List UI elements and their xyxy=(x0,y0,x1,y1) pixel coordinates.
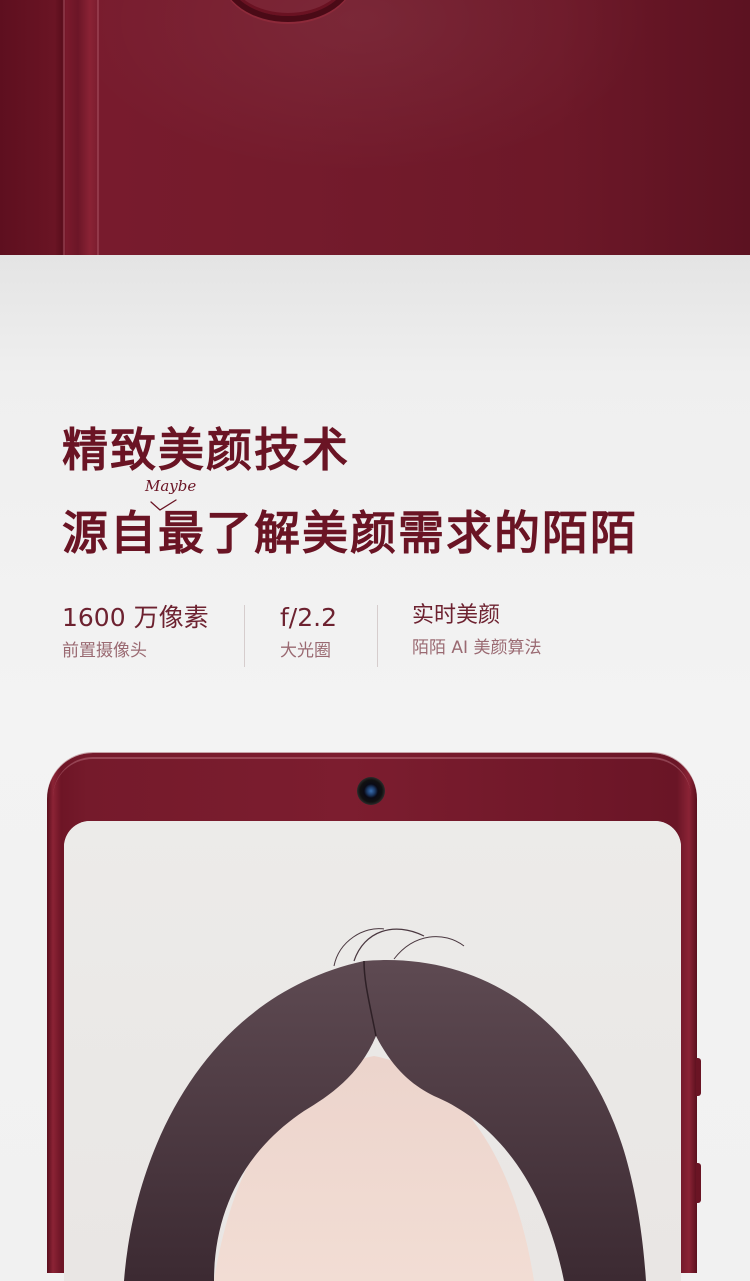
headline-line-1: 精致美颜技术 xyxy=(62,423,350,477)
spec-label: 陌陌 AI 美颜算法 xyxy=(412,638,542,658)
caret-mark-icon xyxy=(150,499,177,511)
phone-edge-line xyxy=(63,0,65,255)
spec-value: f/2.2 xyxy=(280,603,337,632)
maybe-annotation: Maybe xyxy=(145,477,197,495)
spec-label: 前置摄像头 xyxy=(62,641,147,661)
portrait-image xyxy=(124,928,646,1281)
spec-divider xyxy=(244,605,245,667)
spec-value: 实时美颜 xyxy=(412,603,501,628)
spec-item-beauty: 实时美颜 陌陌 AI 美颜算法 xyxy=(412,605,541,657)
front-camera-icon xyxy=(357,777,385,805)
spec-value: 1600 万像素 xyxy=(62,603,209,632)
spec-divider xyxy=(377,605,378,667)
side-button xyxy=(696,1163,701,1203)
phone-edge-line xyxy=(97,0,99,255)
phone-screen xyxy=(64,821,681,1281)
spec-item-aperture: f/2.2 大光圈 xyxy=(280,605,337,660)
headline-line-2: 源自最了解美颜需求的陌陌 xyxy=(62,506,638,560)
phone-front-image xyxy=(47,753,701,1281)
phone-back-sheen xyxy=(100,0,750,255)
spec-label: 大光圈 xyxy=(280,641,331,661)
phone-back-image xyxy=(0,0,750,255)
spec-item-resolution: 1600 万像素 前置摄像头 xyxy=(62,605,209,660)
side-button xyxy=(696,1058,701,1096)
